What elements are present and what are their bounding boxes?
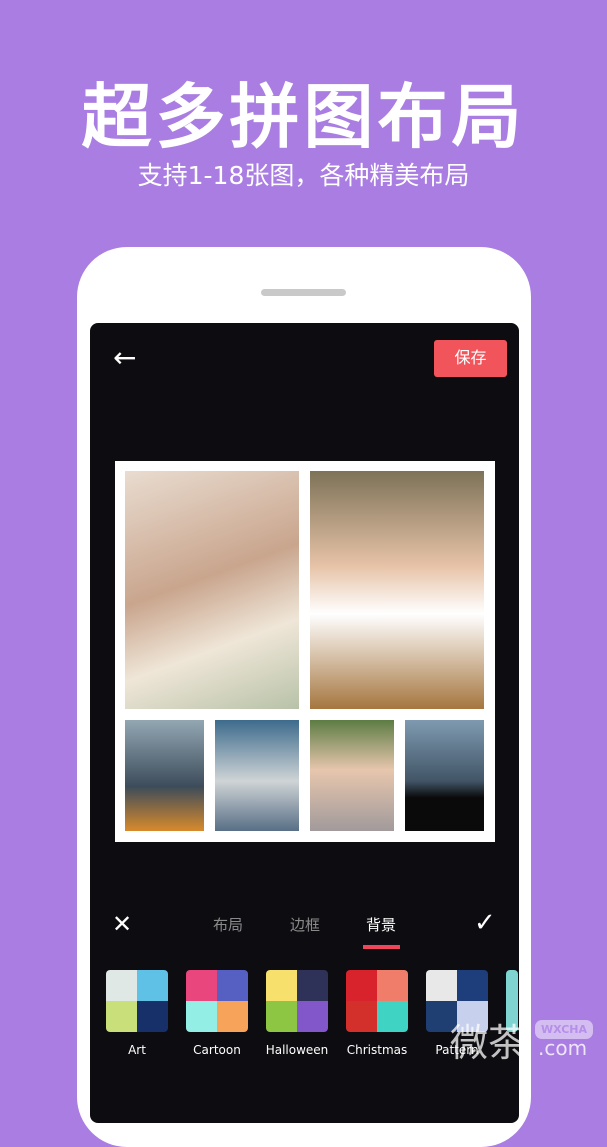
collage-photo[interactable]: [405, 720, 484, 831]
background-thumbnail-cartoon[interactable]: [186, 970, 248, 1032]
phone-speaker: [261, 289, 346, 296]
collage-photo[interactable]: [310, 471, 484, 709]
collage-photo[interactable]: [215, 720, 299, 831]
pattern-swatch: [377, 1001, 408, 1032]
pattern-swatch: [186, 970, 217, 1001]
background-label: Cartoon: [193, 1043, 241, 1057]
collage-photo[interactable]: [310, 720, 394, 831]
active-tab-indicator: [363, 945, 400, 949]
pattern-swatch: [346, 1001, 377, 1032]
check-icon[interactable]: ✓: [474, 908, 496, 938]
pattern-swatch: [106, 970, 137, 1001]
watermark-text: 微茶: [450, 1021, 527, 1065]
pattern-swatch: [217, 1001, 248, 1032]
pattern-swatch: [266, 970, 297, 1001]
collage-photo[interactable]: [125, 471, 299, 709]
background-label: Halloween: [265, 1043, 329, 1057]
collage-photo[interactable]: [125, 720, 204, 831]
pattern-swatch: [266, 1001, 297, 1032]
pattern-swatch: [297, 970, 328, 1001]
pattern-swatch: [426, 970, 457, 1001]
collage-canvas[interactable]: [115, 461, 495, 842]
background-thumbnail-halloween[interactable]: [266, 970, 328, 1032]
pattern-swatch: [346, 970, 377, 1001]
background-thumbnail-art[interactable]: [106, 970, 168, 1032]
pattern-swatch: [106, 1001, 137, 1032]
save-button[interactable]: 保存: [434, 340, 507, 377]
watermark-domain: .com: [538, 1036, 588, 1060]
close-icon[interactable]: ✕: [112, 910, 132, 938]
subheadline: 支持1-18张图，各种精美布局: [137, 161, 470, 190]
tab-background[interactable]: 背景: [366, 914, 396, 935]
pattern-swatch: [457, 970, 488, 1001]
pattern-swatch: [217, 970, 248, 1001]
pattern-swatch: [186, 1001, 217, 1032]
background-label: Art: [128, 1043, 146, 1057]
pattern-swatch: [137, 1001, 168, 1032]
pattern-swatch: [377, 970, 408, 1001]
tab-layout[interactable]: 布局: [213, 914, 243, 935]
background-thumbnail-christmas[interactable]: [346, 970, 408, 1032]
pattern-swatch: [297, 1001, 328, 1032]
background-label: Christmas: [346, 1043, 408, 1057]
tab-border[interactable]: 边框: [290, 914, 320, 935]
arrow-left-icon[interactable]: ←: [113, 344, 136, 372]
headline: 超多拼图布局: [81, 76, 526, 158]
pattern-swatch: [137, 970, 168, 1001]
